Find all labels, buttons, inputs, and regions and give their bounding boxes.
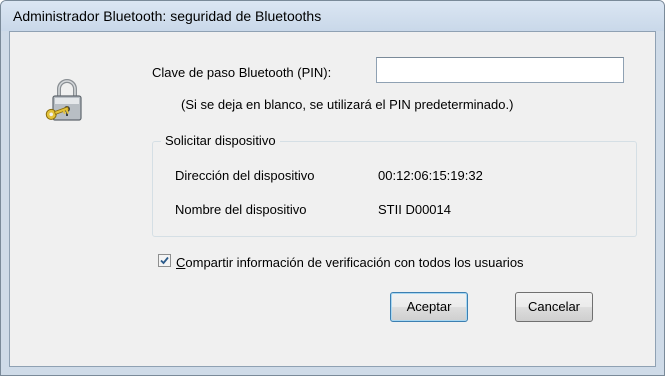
window-title: Administrador Bluetooth: seguridad de Bl… [13, 8, 322, 24]
pin-hint-text: (Si se deja en blanco, se utilizará el P… [181, 97, 514, 112]
device-name-label: Nombre del dispositivo [175, 202, 307, 217]
group-legend: Solicitar dispositivo [161, 133, 280, 148]
device-request-group [152, 141, 637, 237]
title-bar[interactable]: Administrador Bluetooth: seguridad de Bl… [1, 1, 664, 31]
device-address-label: Dirección del dispositivo [175, 168, 315, 183]
pin-label: Clave de paso Bluetooth (PIN): [152, 65, 332, 80]
share-verification-checkbox[interactable] [158, 254, 171, 267]
ok-button[interactable]: Aceptar [390, 292, 468, 322]
share-verification-label[interactable]: Compartir información de verificación co… [176, 255, 524, 270]
device-address-value: 00:12:06:15:19:32 [378, 168, 483, 183]
checkmark-icon [160, 256, 169, 265]
share-label-mnemonic: C [176, 255, 186, 270]
pin-input[interactable] [376, 57, 624, 83]
share-label-text: ompartir información de verificación con… [185, 255, 524, 270]
bluetooth-security-dialog: Administrador Bluetooth: seguridad de Bl… [0, 0, 665, 376]
padlock-key-icon [45, 79, 82, 121]
device-name-value: STII D00014 [378, 202, 451, 217]
cancel-button[interactable]: Cancelar [515, 292, 593, 322]
